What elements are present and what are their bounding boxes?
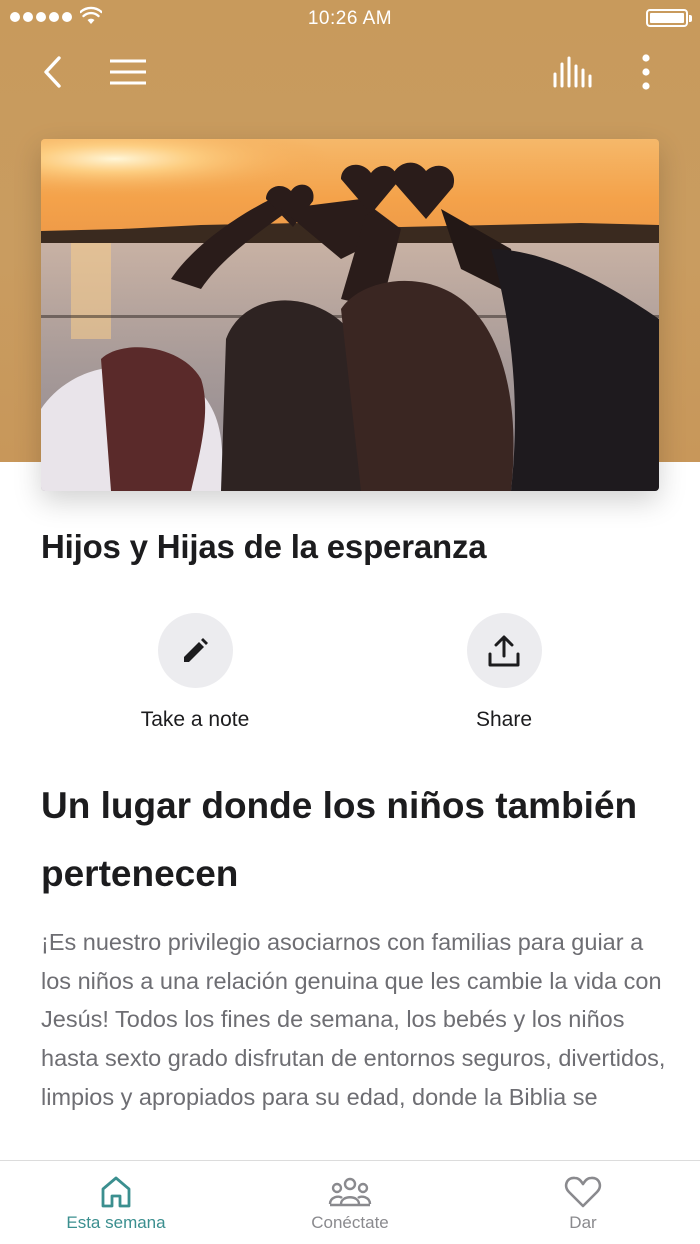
hamburger-menu-icon — [110, 59, 146, 85]
status-time: 10:26 AM — [307, 8, 393, 29]
bottom-tab-bar: Esta semana Conéctate Dar — [0, 1160, 700, 1244]
tab-esta-semana-label: Esta semana — [66, 1213, 166, 1232]
vertical-dots-icon — [642, 54, 650, 90]
take-note-label: Take a note — [140, 708, 250, 731]
share-button[interactable]: Share — [429, 613, 579, 732]
status-bar: 10:26 AM — [0, 0, 700, 36]
page-title: Hijos y Hijas de la esperanza — [41, 528, 487, 565]
chevron-left-icon — [44, 56, 61, 88]
share-upload-icon — [488, 635, 520, 666]
section-body: ¡Es nuestro privilegio asociarnos con fa… — [41, 929, 666, 1110]
people-group-icon — [328, 1177, 372, 1207]
hero-photo — [41, 139, 659, 491]
menu-button[interactable] — [104, 50, 152, 94]
tab-conectate[interactable]: Conéctate — [270, 1175, 430, 1233]
home-icon — [101, 1176, 131, 1208]
hero-image — [41, 139, 659, 491]
battery-icon — [646, 9, 692, 27]
share-label: Share — [475, 708, 533, 731]
tab-dar-label: Dar — [569, 1213, 597, 1232]
tab-esta-semana[interactable]: Esta semana — [36, 1175, 196, 1233]
take-note-circle[interactable] — [157, 613, 233, 688]
pencil-icon — [184, 637, 208, 662]
take-note-button[interactable]: Take a note — [120, 613, 270, 732]
tab-dar[interactable]: Dar — [503, 1175, 663, 1233]
audio-button[interactable] — [548, 50, 596, 94]
tab-conectate-label: Conéctate — [311, 1213, 389, 1232]
heart-icon — [564, 1176, 602, 1208]
back-button[interactable] — [30, 50, 74, 94]
section-heading: Un lugar donde los niños también pertene… — [41, 785, 638, 894]
share-circle[interactable] — [466, 613, 542, 688]
audio-bars-icon — [553, 56, 592, 88]
more-options-button[interactable] — [624, 50, 668, 94]
